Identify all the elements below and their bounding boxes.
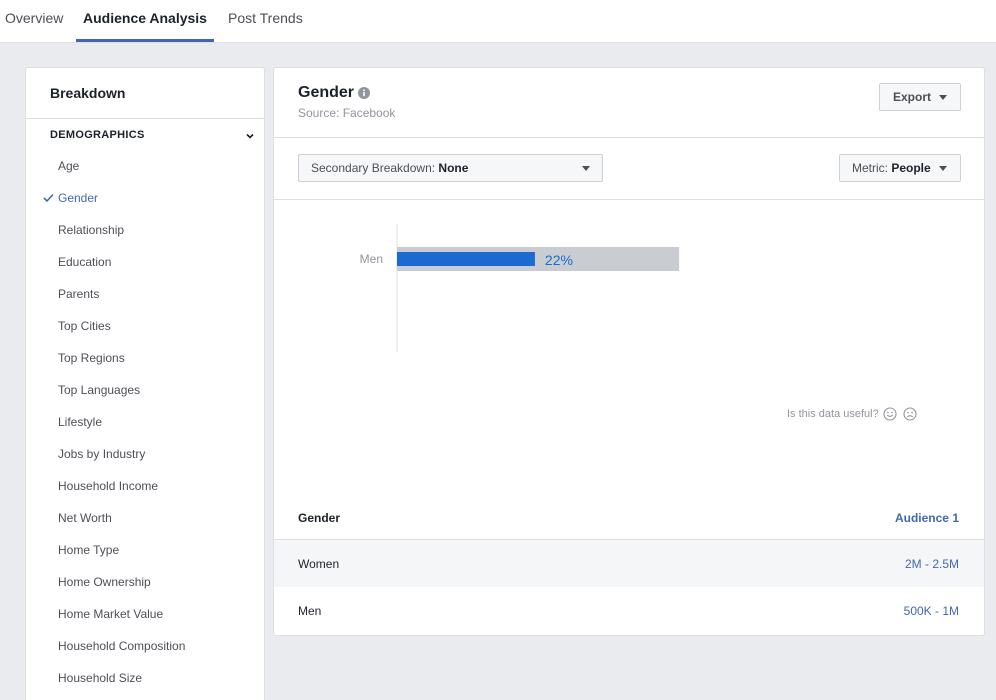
export-button[interactable]: Export [879,83,961,111]
gender-bar-chart: Women78%Men22% [360,224,680,352]
row-value: 500K - 1M [903,604,959,618]
metric-dropdown[interactable]: Metric: People [839,154,961,182]
sidebar-item-home-type[interactable]: Home Type [58,543,119,557]
sidebar-item-education[interactable]: Education [58,255,111,269]
sidebar-item-relationship[interactable]: Relationship [58,223,124,237]
metric-value: People [891,161,931,175]
panel-title: Gender [298,84,355,101]
checkmark-icon [43,193,54,203]
sidebar-item-net-worth[interactable]: Net Worth [58,511,112,525]
table-row: Women 2M - 2.5M [274,539,984,587]
sidebar-title: Breakdown [50,85,126,101]
tab-post-trends[interactable]: Post Trends [228,0,303,42]
caret-down-icon [938,166,947,172]
table-row: Men 500K - 1M [274,587,984,635]
sad-face-icon[interactable] [903,407,917,421]
value-bar [397,252,535,266]
demographics-section-header[interactable]: DEMOGRAPHICS [50,129,145,141]
top-tab-bar: Overview Audience Analysis Post Trends [0,0,996,43]
sidebar-item-parents[interactable]: Parents [58,287,99,301]
data-label: 22% [545,252,573,268]
info-icon[interactable] [358,87,370,99]
tab-overview[interactable]: Overview [5,0,63,42]
export-label: Export [893,90,932,104]
source-label: Source: Facebook [298,106,396,120]
table-header-audience[interactable]: Audience 1 [895,511,959,525]
sidebar-item-gender[interactable]: Gender [58,191,98,205]
sidebar-item-household-income[interactable]: Household Income [58,479,158,493]
category-label: Men [360,252,383,266]
tab-audience-analysis[interactable]: Audience Analysis [76,0,214,42]
secondary-breakdown-value: None [438,161,469,175]
caret-down-icon [582,166,590,171]
sidebar-item-home-market-value[interactable]: Home Market Value [58,607,163,621]
sidebar-item-top-cities[interactable]: Top Cities [58,319,111,333]
sidebar-item-top-languages[interactable]: Top Languages [58,383,140,397]
secondary-breakdown-dropdown[interactable]: Secondary Breakdown: None [298,154,603,182]
metric-prefix: Metric: [852,161,892,175]
sidebar-item-lifestyle[interactable]: Lifestyle [58,415,102,429]
happy-face-icon[interactable] [883,407,897,421]
sidebar-item-household-size[interactable]: Household Size [58,671,142,685]
chevron-down-icon[interactable] [245,131,255,141]
sidebar-item-jobs-by-industry[interactable]: Jobs by Industry [58,447,145,461]
secondary-breakdown-prefix: Secondary Breakdown: [311,161,439,175]
feedback-prompt: Is this data useful? [787,408,879,420]
table-header-gender: Gender [298,511,341,525]
divider [274,137,984,138]
row-label: Women [298,557,340,571]
sidebar-divider [26,118,264,119]
row-value: 2M - 2.5M [904,557,959,571]
sidebar-item-age[interactable]: Age [58,159,79,173]
sidebar-item-household-composition[interactable]: Household Composition [58,639,185,653]
breakdown-sidebar: Breakdown DEMOGRAPHICS Age Gender Relation… [25,67,265,700]
sidebar-item-top-regions[interactable]: Top Regions [58,351,125,365]
gender-panel: Gender Source: Facebook Export Secondary… [273,67,985,636]
sidebar-item-home-ownership[interactable]: Home Ownership [58,575,151,589]
caret-down-icon [939,95,948,101]
row-label: Men [298,604,322,618]
